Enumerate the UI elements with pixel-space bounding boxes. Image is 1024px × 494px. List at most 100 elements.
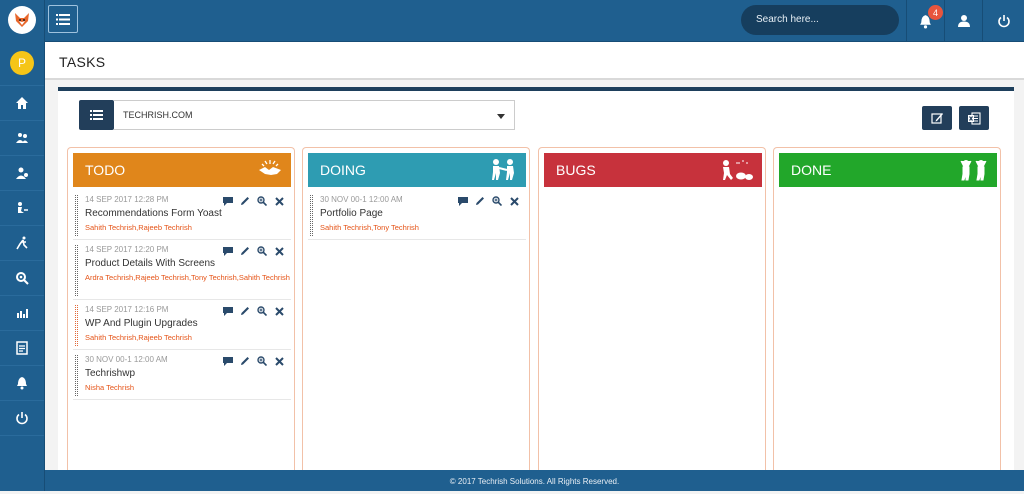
zoom-icon[interactable] — [256, 305, 268, 317]
footer: © 2017 Techrish Solutions. All Rights Re… — [45, 470, 1024, 491]
close-icon[interactable] — [273, 305, 285, 317]
home-icon — [16, 97, 28, 109]
user-icon — [957, 15, 970, 27]
task-title: Recommendations Form Yoast — [85, 208, 222, 219]
page-title: TASKS — [59, 54, 106, 70]
close-icon[interactable] — [273, 355, 285, 367]
task-card[interactable]: 30 NOV 00-1 12:00 AM Techrishwp Nisha Te… — [73, 350, 291, 400]
drag-handle[interactable] — [75, 305, 78, 346]
user-avatar[interactable]: P — [0, 40, 44, 86]
sidebar-item-user-group[interactable] — [0, 156, 44, 191]
close-icon[interactable] — [273, 245, 285, 257]
drag-handle[interactable] — [75, 195, 78, 236]
task-title: Portfolio Page — [320, 208, 383, 219]
task-card[interactable]: 30 NOV 00-1 12:00 AM Portfolio Page Sahi… — [308, 190, 526, 240]
logout-button[interactable] — [982, 0, 1024, 42]
chart-icon — [17, 309, 28, 318]
sidebar-item-users[interactable] — [0, 121, 44, 156]
sidebar-item-settings[interactable] — [0, 261, 44, 296]
task-assignees: Sahith Techrish,Rajeeb Techrish — [85, 223, 192, 232]
column-header-todo: TODO — [73, 153, 291, 187]
search-input[interactable] — [741, 5, 899, 35]
gear-search-icon — [16, 272, 29, 285]
zoom-icon[interactable] — [256, 355, 268, 367]
sidebar-item-reports[interactable] — [0, 296, 44, 331]
zoom-icon[interactable] — [491, 195, 503, 207]
column-done: DONE — [773, 147, 1001, 477]
column-title: DOING — [320, 162, 366, 178]
profile-button[interactable] — [944, 0, 982, 42]
task-board: TECHRISH.COM TODO 14 SEP 2017 12:28 PM R… — [58, 87, 1014, 477]
title-bar: TASKS — [45, 42, 1024, 80]
task-assignees: Sahith Techrish,Rajeeb Techrish — [85, 333, 192, 342]
column-header-bugs: BUGS — [544, 153, 762, 187]
excel-icon — [968, 111, 981, 125]
project-select[interactable]: TECHRISH.COM — [114, 100, 515, 130]
zoom-icon[interactable] — [256, 195, 268, 207]
drag-handle[interactable] — [75, 245, 78, 296]
runner-icon — [16, 236, 28, 250]
sidebar-item-home[interactable] — [0, 86, 44, 121]
menu-list-icon — [56, 13, 70, 25]
logo[interactable] — [0, 0, 44, 40]
column-header-done: DONE — [779, 153, 997, 187]
sidebar: P — [0, 0, 45, 491]
task-title: Techrishwp — [85, 368, 136, 379]
comment-icon[interactable] — [222, 195, 234, 207]
user-group-icon — [16, 167, 28, 179]
column-bugs: BUGS — [538, 147, 766, 477]
pencil-icon[interactable] — [239, 195, 251, 207]
column-doing: DOING 30 NOV 00-1 12:00 AM Portfolio Pag… — [302, 147, 530, 477]
drag-handle[interactable] — [310, 195, 313, 236]
edit-task-button[interactable] — [922, 106, 952, 130]
users-icon — [16, 133, 28, 143]
project-select-value: TECHRISH.COM — [123, 110, 193, 120]
column-todo: TODO 14 SEP 2017 12:28 PM Recommendation… — [67, 147, 295, 477]
drag-handle[interactable] — [75, 355, 78, 396]
task-assignees: Sahith Techrish,Tony Techrish — [320, 223, 419, 232]
top-bar: 4 — [45, 0, 1024, 42]
pencil-icon[interactable] — [474, 195, 486, 207]
power-icon — [16, 412, 28, 425]
column-title: BUGS — [556, 162, 596, 178]
sidebar-item-logout[interactable] — [0, 401, 44, 436]
list-icon — [90, 110, 103, 120]
sidebar-item-docs[interactable] — [0, 331, 44, 366]
celebrating-people-icon — [960, 160, 987, 181]
bug-chase-icon — [723, 160, 753, 180]
comment-icon[interactable] — [222, 245, 234, 257]
avatar-letter: P — [10, 50, 34, 75]
edit-icon — [930, 113, 943, 124]
document-icon — [16, 341, 28, 355]
comment-icon[interactable] — [457, 195, 469, 207]
sidebar-item-runner[interactable] — [0, 226, 44, 261]
pencil-icon[interactable] — [239, 355, 251, 367]
fox-logo-icon — [8, 6, 36, 34]
task-card[interactable]: 14 SEP 2017 12:16 PM WP And Plugin Upgra… — [73, 300, 291, 350]
notification-badge: 4 — [928, 5, 943, 20]
transfer-icon — [18, 202, 28, 213]
close-icon[interactable] — [273, 195, 285, 207]
zoom-icon[interactable] — [256, 245, 268, 257]
notifications-button[interactable]: 4 — [906, 0, 944, 42]
column-title: DONE — [791, 162, 832, 178]
column-header-doing: DOING — [308, 153, 526, 187]
project-list-button[interactable] — [79, 100, 114, 130]
task-card[interactable]: 14 SEP 2017 12:20 PM Product Details Wit… — [73, 240, 291, 300]
close-icon[interactable] — [508, 195, 520, 207]
pencil-icon[interactable] — [239, 245, 251, 257]
task-card[interactable]: 14 SEP 2017 12:28 PM Recommendations For… — [73, 190, 291, 240]
task-title: Product Details With Screens — [85, 258, 216, 269]
export-button[interactable] — [959, 106, 989, 130]
pencil-icon[interactable] — [239, 305, 251, 317]
comment-icon[interactable] — [222, 355, 234, 367]
sidebar-item-notifications[interactable] — [0, 366, 44, 401]
handshake-icon — [259, 160, 281, 175]
task-assignees: Nisha Techrish — [85, 383, 135, 392]
task-assignees: Ardra Techrish,Rajeeb Techrish,Tony Tech… — [85, 273, 290, 282]
fighting-people-icon — [492, 159, 514, 180]
menu-toggle-button[interactable] — [48, 5, 78, 33]
power-icon — [997, 15, 1010, 28]
sidebar-item-transfer[interactable] — [0, 191, 44, 226]
comment-icon[interactable] — [222, 305, 234, 317]
